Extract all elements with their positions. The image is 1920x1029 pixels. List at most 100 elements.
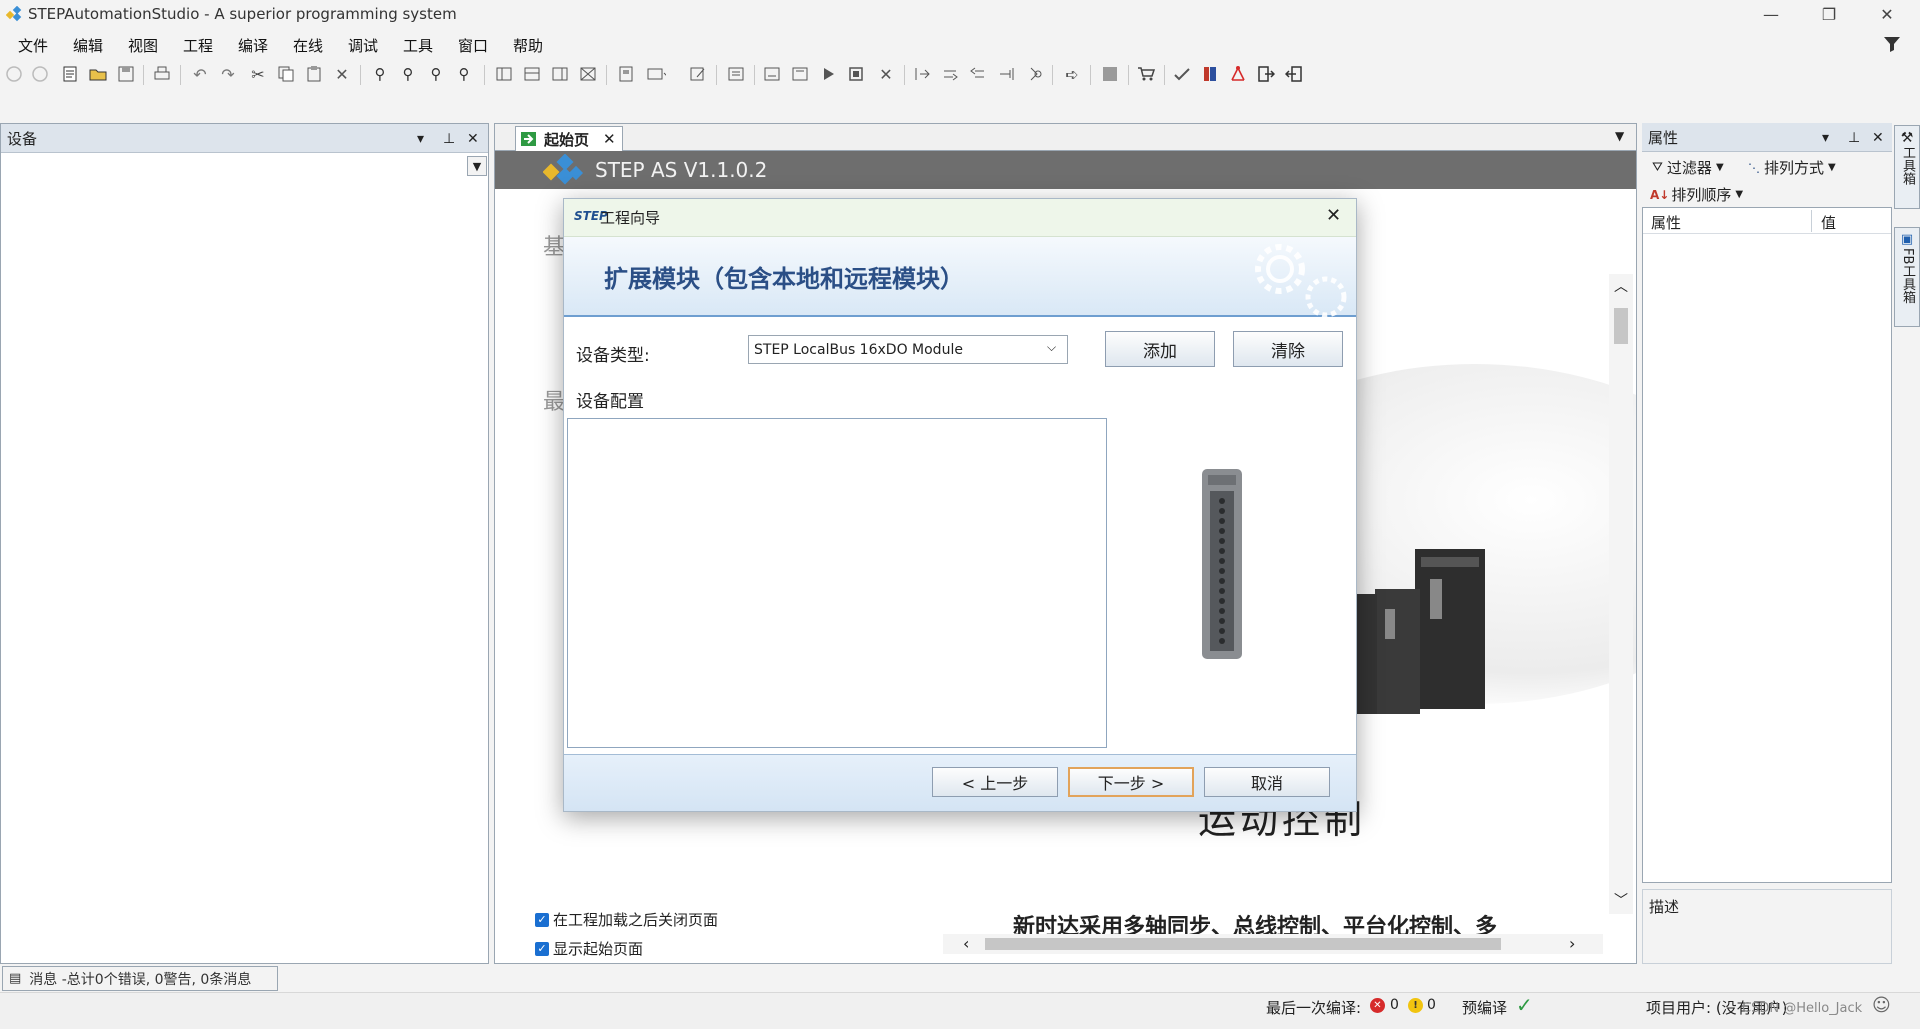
add-button[interactable]: 添加 xyxy=(1105,331,1215,367)
menu-online[interactable]: 在线 xyxy=(293,35,323,56)
restore-button[interactable]: ❐ xyxy=(1800,0,1858,29)
redo-icon[interactable]: ↷ xyxy=(218,64,238,84)
module-icon[interactable] xyxy=(1100,64,1120,84)
step-into-icon[interactable] xyxy=(912,64,932,84)
panel-dropdown-icon[interactable]: ▾ xyxy=(417,131,424,147)
cut-icon[interactable]: ✂ xyxy=(248,64,268,84)
breakpoint-icon[interactable] xyxy=(996,64,1016,84)
back-icon[interactable] xyxy=(4,64,24,84)
layout-4-icon[interactable] xyxy=(578,64,598,84)
layout-3-icon[interactable] xyxy=(550,64,570,84)
exit-icon[interactable] xyxy=(1284,64,1304,84)
minimize-icon: — xyxy=(1763,5,1779,24)
find-next-icon[interactable]: ⚲ xyxy=(426,64,446,84)
print-icon[interactable] xyxy=(152,64,172,84)
new-project-icon[interactable] xyxy=(60,64,80,84)
column-value[interactable]: 值 xyxy=(1821,212,1836,233)
open-folder-icon[interactable] xyxy=(88,64,108,84)
run-icon[interactable] xyxy=(818,64,838,84)
undo-icon[interactable]: ↶ xyxy=(190,64,210,84)
compile-icon[interactable] xyxy=(646,64,666,84)
menu-debug[interactable]: 调试 xyxy=(348,35,378,56)
settings-tools-icon[interactable]: ✕ xyxy=(876,64,896,84)
messages-tab[interactable]: ▤ 消息 -总计0个错误, 0警告, 0条消息 xyxy=(2,966,278,991)
logout-icon[interactable] xyxy=(790,64,810,84)
scroll-right-icon[interactable]: › xyxy=(1569,934,1575,953)
device-type-select[interactable]: STEP LocalBus 16xDO Module ⌵ xyxy=(748,335,1068,364)
checkbox-close-after-load[interactable]: ✓ 在工程加载之后关闭页面 xyxy=(535,909,718,930)
hscroll-thumb[interactable] xyxy=(985,938,1501,950)
forward-icon[interactable] xyxy=(30,64,50,84)
device-dropdown-button[interactable]: ▼ xyxy=(467,156,487,176)
layout-2-icon[interactable] xyxy=(522,64,542,84)
filter-button[interactable]: ⛛ 过滤器 ▼ xyxy=(1652,157,1724,178)
download-icon[interactable] xyxy=(726,64,746,84)
user-icon[interactable]: ☺ xyxy=(1872,995,1891,1016)
book-icon[interactable] xyxy=(1200,64,1220,84)
vertical-scrollbar[interactable]: ︿ ﹀ xyxy=(1609,274,1633,914)
edit-icon[interactable] xyxy=(688,64,708,84)
close-panel-icon[interactable]: ✕ xyxy=(467,131,479,147)
export-icon[interactable] xyxy=(1256,64,1276,84)
menu-edit[interactable]: 编辑 xyxy=(73,35,103,56)
step-over-icon[interactable] xyxy=(940,64,960,84)
tab-start-page[interactable]: 起始页 ✕ xyxy=(515,126,623,151)
login-icon[interactable] xyxy=(762,64,782,84)
close-tab-icon[interactable]: ✕ xyxy=(603,130,616,148)
find-icon[interactable]: ⚲ xyxy=(370,64,390,84)
sort-order-button[interactable]: A↓ 排列顺序 ▼ xyxy=(1650,184,1743,205)
step-out-icon[interactable] xyxy=(968,64,988,84)
scroll-thumb[interactable] xyxy=(1614,308,1628,344)
filter-icon: ⛛ xyxy=(1652,160,1663,175)
warning-count: 0 xyxy=(1427,997,1436,1013)
menu-window[interactable]: 窗口 xyxy=(458,35,488,56)
cart-icon[interactable] xyxy=(1136,64,1156,84)
background-text-1: 基 xyxy=(543,235,566,260)
scroll-left-icon[interactable]: ‹ xyxy=(963,934,969,953)
pin-icon[interactable]: ⊥ xyxy=(443,131,455,147)
find-previous-icon[interactable]: ⚲ xyxy=(454,64,474,84)
verify-icon[interactable] xyxy=(1172,64,1192,84)
checkbox-checked-icon: ✓ xyxy=(535,912,549,927)
menu-compile[interactable]: 编译 xyxy=(238,35,268,56)
network-icon[interactable] xyxy=(1228,64,1248,84)
close-panel-icon[interactable]: ✕ xyxy=(1872,130,1884,146)
menu-tools[interactable]: 工具 xyxy=(403,35,433,56)
device-icon[interactable] xyxy=(616,64,636,84)
menu-view[interactable]: 视图 xyxy=(128,35,158,56)
tab-toolbox[interactable]: ⚒ 工具箱 xyxy=(1894,125,1920,209)
panel-dropdown-icon[interactable]: ▾ xyxy=(1822,130,1829,146)
save-icon[interactable] xyxy=(116,64,136,84)
sort-by-button[interactable]: ⋱ 排列方式 ▼ xyxy=(1748,157,1836,178)
pin-icon[interactable]: ⊥ xyxy=(1848,130,1860,146)
menu-file[interactable]: 文件 xyxy=(18,35,48,56)
horizontal-scrollbar[interactable]: ‹ › xyxy=(943,934,1603,954)
minimize-button[interactable]: — xyxy=(1742,0,1800,29)
close-window-button[interactable]: ✕ xyxy=(1858,0,1916,29)
menu-help[interactable]: 帮助 xyxy=(513,35,543,56)
delete-icon[interactable]: ✕ xyxy=(332,64,352,84)
column-property[interactable]: 属性 xyxy=(1651,212,1681,233)
step-banner: STEP AS V1.1.0.2 xyxy=(495,151,1636,189)
tab-list-dropdown-icon[interactable]: ▼ xyxy=(1615,129,1624,143)
find-replace-icon[interactable]: ⚲ xyxy=(398,64,418,84)
cancel-button[interactable]: 取消 xyxy=(1204,767,1330,797)
dialog-close-icon[interactable]: ✕ xyxy=(1326,205,1341,226)
tab-fb-toolbox[interactable]: ▣ FB工具箱 xyxy=(1894,227,1920,327)
scroll-down-icon[interactable]: ﹀ xyxy=(1614,890,1628,910)
previous-button[interactable]: < 上一步 xyxy=(932,767,1058,797)
menu-project[interactable]: 工程 xyxy=(183,35,213,56)
next-button[interactable]: 下一步 > xyxy=(1068,767,1194,797)
scroll-up-icon[interactable]: ︿ xyxy=(1614,276,1628,296)
paste-icon[interactable] xyxy=(304,64,324,84)
checkbox-show-start-page[interactable]: ✓ 显示起始页面 xyxy=(535,938,643,959)
clear-button[interactable]: 清除 xyxy=(1233,331,1343,367)
arrow-right-icon[interactable]: ➪ xyxy=(1062,64,1082,84)
copy-icon[interactable] xyxy=(276,64,296,84)
stop-icon[interactable] xyxy=(846,64,866,84)
device-config-list[interactable] xyxy=(567,418,1107,748)
layout-1-icon[interactable] xyxy=(494,64,514,84)
column-divider[interactable] xyxy=(1811,210,1812,232)
watch-icon[interactable] xyxy=(1024,64,1044,84)
filter-funnel-icon[interactable] xyxy=(1882,34,1902,54)
